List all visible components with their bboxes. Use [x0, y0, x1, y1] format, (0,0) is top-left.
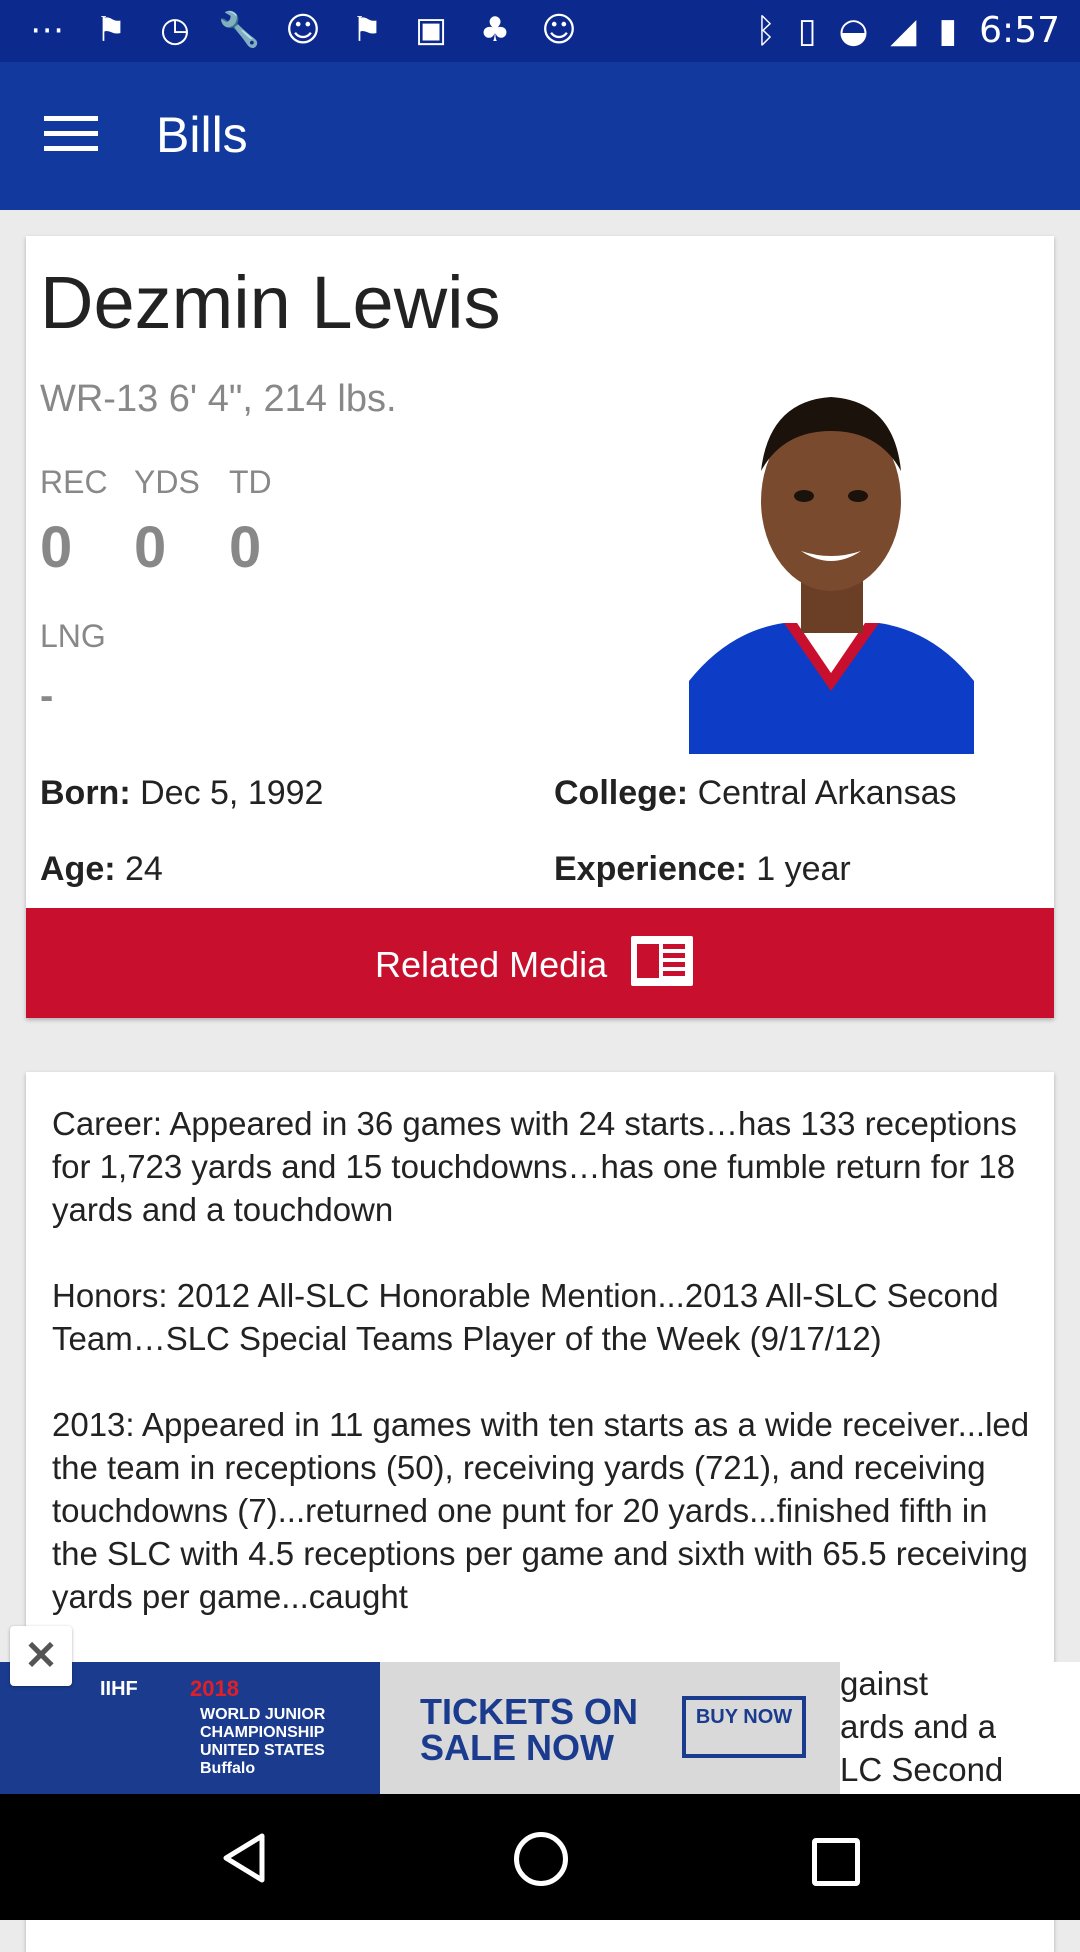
navigation-bar — [0, 1794, 1080, 1920]
player-card: Dezmin Lewis WR-13 6' 4", 214 lbs. REC Y… — [26, 236, 1054, 1018]
status-bar: ⋯ ⚑ ◷ 🔧 ☺ ⚑ ▣ ♣ ☺ ᛒ ▯ ◒ ◢ ▮ 6:57 — [0, 0, 1080, 62]
bio-tail-3: LC Second — [840, 1751, 1004, 1788]
clock: 6:57 — [979, 10, 1060, 51]
notification-icons: ⋯ ⚑ ◷ 🔧 ☺ ⚑ ▣ ♣ ☺ — [26, 10, 580, 50]
player-name: Dezmin Lewis — [40, 261, 501, 344]
wifi-icon: ◒ — [838, 10, 869, 51]
smiley-icon: ☺ — [285, 10, 321, 50]
stat-value-yds: 0 — [134, 515, 167, 580]
age-info: Age: 24 — [40, 850, 163, 889]
bio-text: Career: Appeared in 36 games with 24 sta… — [52, 1105, 1030, 1615]
stat-label-rec: REC — [40, 464, 108, 500]
bio-overflow: gainst ards and a LC Second — [840, 1662, 1080, 1794]
timer-icon: ◷ — [160, 10, 190, 50]
player-position: WR-13 6' 4", 214 lbs. — [40, 378, 397, 420]
news-icon — [631, 936, 693, 986]
bluetooth-icon: ᛒ — [755, 10, 776, 51]
qt-icon: ▣ — [414, 10, 448, 50]
ad-middle: TICKETS ON SALE NOW BUY NOW — [380, 1662, 840, 1794]
wrench-icon: 🔧 — [218, 10, 261, 50]
stat-label-td: TD — [229, 464, 272, 500]
stat-value-lng: - — [40, 674, 54, 718]
menu-icon[interactable] — [44, 116, 98, 156]
battery-icon: ▮ — [938, 10, 958, 51]
stat-label-lng: LNG — [40, 618, 106, 654]
ad-headline: TICKETS ON SALE NOW — [420, 1691, 639, 1768]
age-value: 24 — [125, 850, 163, 888]
age-label: Age: — [40, 850, 116, 888]
ad-event: WORLD JUNIOR CHAMPIONSHIP UNITED STATES … — [200, 1706, 326, 1777]
experience-info: Experience: 1 year — [554, 850, 851, 889]
born-label: Born: — [40, 774, 131, 812]
stat-label-yds: YDS — [134, 464, 200, 500]
experience-value: 1 year — [756, 850, 851, 888]
born-value: Dec 5, 1992 — [140, 774, 324, 812]
buy-now-button[interactable]: BUY NOW — [682, 1696, 806, 1758]
bio-tail-2: ards and a — [840, 1708, 996, 1745]
related-media-label: Related Media — [375, 944, 608, 985]
smiley-icon: ☺ — [541, 10, 577, 50]
app-bar: Bills — [0, 62, 1080, 210]
back-icon[interactable] — [218, 1832, 270, 1884]
experience-label: Experience: — [554, 850, 747, 888]
recent-apps-icon[interactable] — [812, 1838, 860, 1886]
ad-org: IIHF — [100, 1678, 138, 1700]
stat-value-rec: 0 — [40, 515, 73, 580]
vibrate-icon: ▯ — [797, 10, 817, 51]
bio-tail-1: gainst — [840, 1665, 929, 1702]
flag-icon: ⚑ — [351, 10, 383, 50]
ad-banner[interactable]: IIHF 2018 WORLD JUNIOR CHAMPIONSHIP UNIT… — [0, 1662, 1080, 1794]
app-title: Bills — [156, 107, 248, 163]
signal-icon: ◢ — [890, 10, 917, 51]
close-icon[interactable]: ✕ — [10, 1626, 72, 1686]
flag-icon: ⚑ — [95, 10, 127, 50]
player-photo — [689, 361, 974, 754]
college-info: College: Central Arkansas — [554, 774, 956, 813]
game-icon: ♣ — [479, 10, 511, 50]
college-label: College: — [554, 774, 689, 812]
messages-icon: ⋯ — [30, 10, 64, 50]
college-value: Central Arkansas — [697, 774, 957, 812]
ad-year: 2018 — [190, 1676, 239, 1701]
home-icon[interactable] — [514, 1832, 568, 1886]
system-icons: ᛒ ▯ ◒ ◢ ▮ 6:57 — [755, 10, 1060, 51]
related-media-button[interactable]: Related Media — [26, 908, 1054, 1018]
born-info: Born: Dec 5, 1992 — [40, 774, 323, 813]
stat-value-td: 0 — [229, 515, 262, 580]
